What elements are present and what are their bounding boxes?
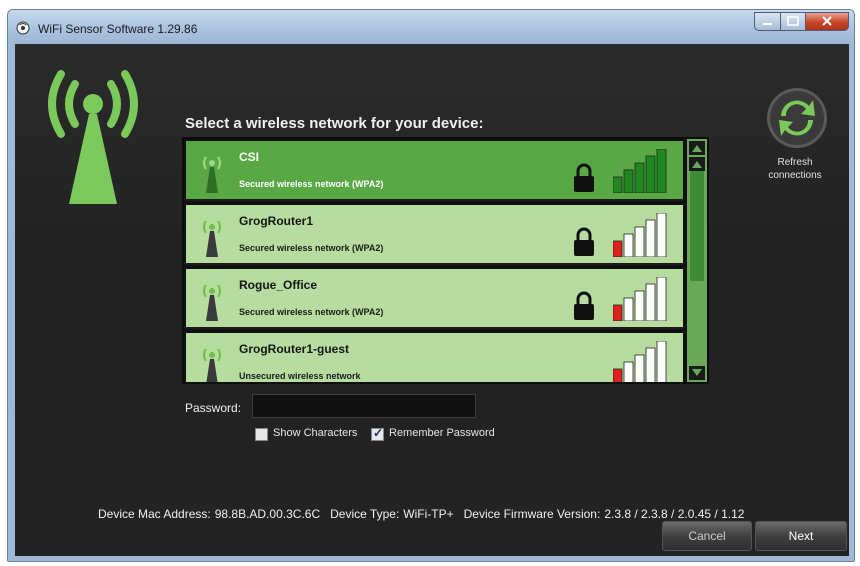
signal-bar bbox=[634, 226, 645, 257]
network-row[interactable]: GrogRouter1 Secured wireless network (WPA… bbox=[186, 205, 683, 265]
network-security: Unsecured wireless network bbox=[239, 371, 361, 381]
app-window: WiFi Sensor Software 1.29.86 Select a wi… bbox=[7, 9, 855, 562]
signal-bar bbox=[623, 361, 634, 382]
signal-strength-icon bbox=[613, 149, 667, 193]
wifi-tower-logo-icon bbox=[48, 70, 138, 204]
signal-bar bbox=[656, 277, 667, 321]
triangle-down-icon bbox=[692, 369, 702, 376]
triangle-up-icon bbox=[692, 161, 702, 168]
network-row[interactable]: Rogue_Office Secured wireless network (WP… bbox=[186, 269, 683, 329]
cancel-button[interactable]: Cancel bbox=[662, 521, 752, 551]
lock-icon bbox=[574, 227, 594, 256]
mac-address-value: 98.8B.AD.00.3C.6C bbox=[214, 507, 321, 521]
device-type-value: WiFi-TP+ bbox=[403, 507, 454, 521]
refresh-label-line1: Refresh bbox=[777, 157, 813, 168]
signal-strength-icon bbox=[613, 277, 667, 321]
main-panel: Select a wireless network for your devic… bbox=[15, 44, 849, 556]
show-characters-checkbox[interactable] bbox=[255, 428, 268, 441]
close-icon bbox=[822, 16, 832, 26]
network-security: Secured wireless network (WPA2) bbox=[239, 307, 384, 317]
show-characters-label[interactable]: Show Characters bbox=[273, 427, 357, 439]
refresh-label-line2: connections bbox=[768, 170, 822, 181]
scroll-thumb[interactable] bbox=[690, 171, 704, 281]
signal-bar bbox=[613, 304, 623, 321]
signal-bar bbox=[623, 233, 634, 257]
maximize-button[interactable] bbox=[780, 12, 806, 31]
device-type-label: Device Type: bbox=[330, 507, 400, 521]
window-title: WiFi Sensor Software 1.29.86 bbox=[38, 22, 198, 36]
signal-bar bbox=[656, 213, 667, 257]
network-security: Secured wireless network (WPA2) bbox=[239, 179, 384, 189]
signal-bar bbox=[623, 297, 634, 321]
signal-bar bbox=[634, 354, 645, 382]
password-label: Password: bbox=[185, 401, 242, 415]
network-name: GrogRouter1 bbox=[239, 214, 314, 228]
firmware-version-label: Device Firmware Version: bbox=[463, 507, 601, 521]
firmware-version-value: 2.3.8 / 2.3.8 / 2.0.45 / 1.12 bbox=[604, 507, 745, 521]
remember-password-label[interactable]: Remember Password bbox=[389, 427, 495, 439]
signal-bar bbox=[645, 219, 656, 257]
network-row[interactable]: GrogRouter1-guest Unsecured wireless netw… bbox=[186, 333, 683, 382]
next-button[interactable]: Next bbox=[755, 521, 847, 551]
refresh-connections-icon[interactable] bbox=[765, 86, 829, 150]
lock-icon bbox=[574, 291, 594, 320]
wifi-antenna-icon bbox=[203, 348, 221, 382]
signal-strength-icon bbox=[613, 213, 667, 257]
checkmark-icon: ✓ bbox=[373, 426, 384, 440]
maximize-icon bbox=[787, 16, 799, 26]
signal-bar bbox=[645, 283, 656, 321]
signal-bar bbox=[634, 162, 645, 193]
signal-bar bbox=[613, 368, 623, 382]
password-input[interactable] bbox=[252, 394, 476, 418]
scroll-up-button[interactable] bbox=[689, 157, 705, 171]
network-security: Secured wireless network (WPA2) bbox=[239, 243, 384, 253]
network-name: CSI bbox=[239, 150, 260, 164]
app-icon bbox=[16, 21, 30, 35]
minimize-icon bbox=[763, 23, 772, 25]
scrollbar[interactable] bbox=[687, 139, 707, 382]
remember-password-checkbox[interactable]: ✓ bbox=[371, 426, 384, 441]
signal-bar bbox=[634, 290, 645, 321]
wifi-antenna-icon bbox=[203, 284, 221, 321]
network-list-heading: Select a wireless network for your devic… bbox=[185, 115, 484, 132]
signal-bar bbox=[656, 341, 667, 382]
wifi-antenna-icon bbox=[203, 156, 221, 193]
title-bar[interactable]: WiFi Sensor Software 1.29.86 bbox=[8, 10, 854, 44]
scroll-down-button[interactable] bbox=[689, 366, 705, 380]
close-button[interactable] bbox=[805, 12, 849, 31]
triangle-up-icon bbox=[692, 145, 702, 152]
network-list: CSI Secured wireless network (WPA2) GrogRo… bbox=[182, 137, 709, 384]
network-name: Rogue_Office bbox=[239, 278, 318, 292]
lock-icon bbox=[574, 163, 594, 192]
refresh-connections-label[interactable]: Refresh connections bbox=[740, 156, 850, 182]
wifi-antenna-icon bbox=[203, 220, 221, 257]
signal-bar bbox=[645, 155, 656, 193]
device-info: Device Mac Address: 98.8B.AD.00.3C.6C Devi… bbox=[98, 507, 754, 521]
signal-strength-icon bbox=[613, 341, 667, 382]
minimize-button[interactable] bbox=[754, 12, 781, 31]
network-name: GrogRouter1-guest bbox=[239, 342, 350, 356]
mac-address-label: Device Mac Address: bbox=[98, 507, 211, 521]
network-row[interactable]: CSI Secured wireless network (WPA2) bbox=[186, 141, 683, 201]
signal-bar bbox=[613, 176, 623, 193]
signal-bar bbox=[613, 240, 623, 257]
signal-bar bbox=[623, 169, 634, 193]
signal-bar bbox=[645, 347, 656, 382]
scroll-top-button[interactable] bbox=[689, 141, 705, 155]
signal-bar bbox=[656, 149, 667, 193]
